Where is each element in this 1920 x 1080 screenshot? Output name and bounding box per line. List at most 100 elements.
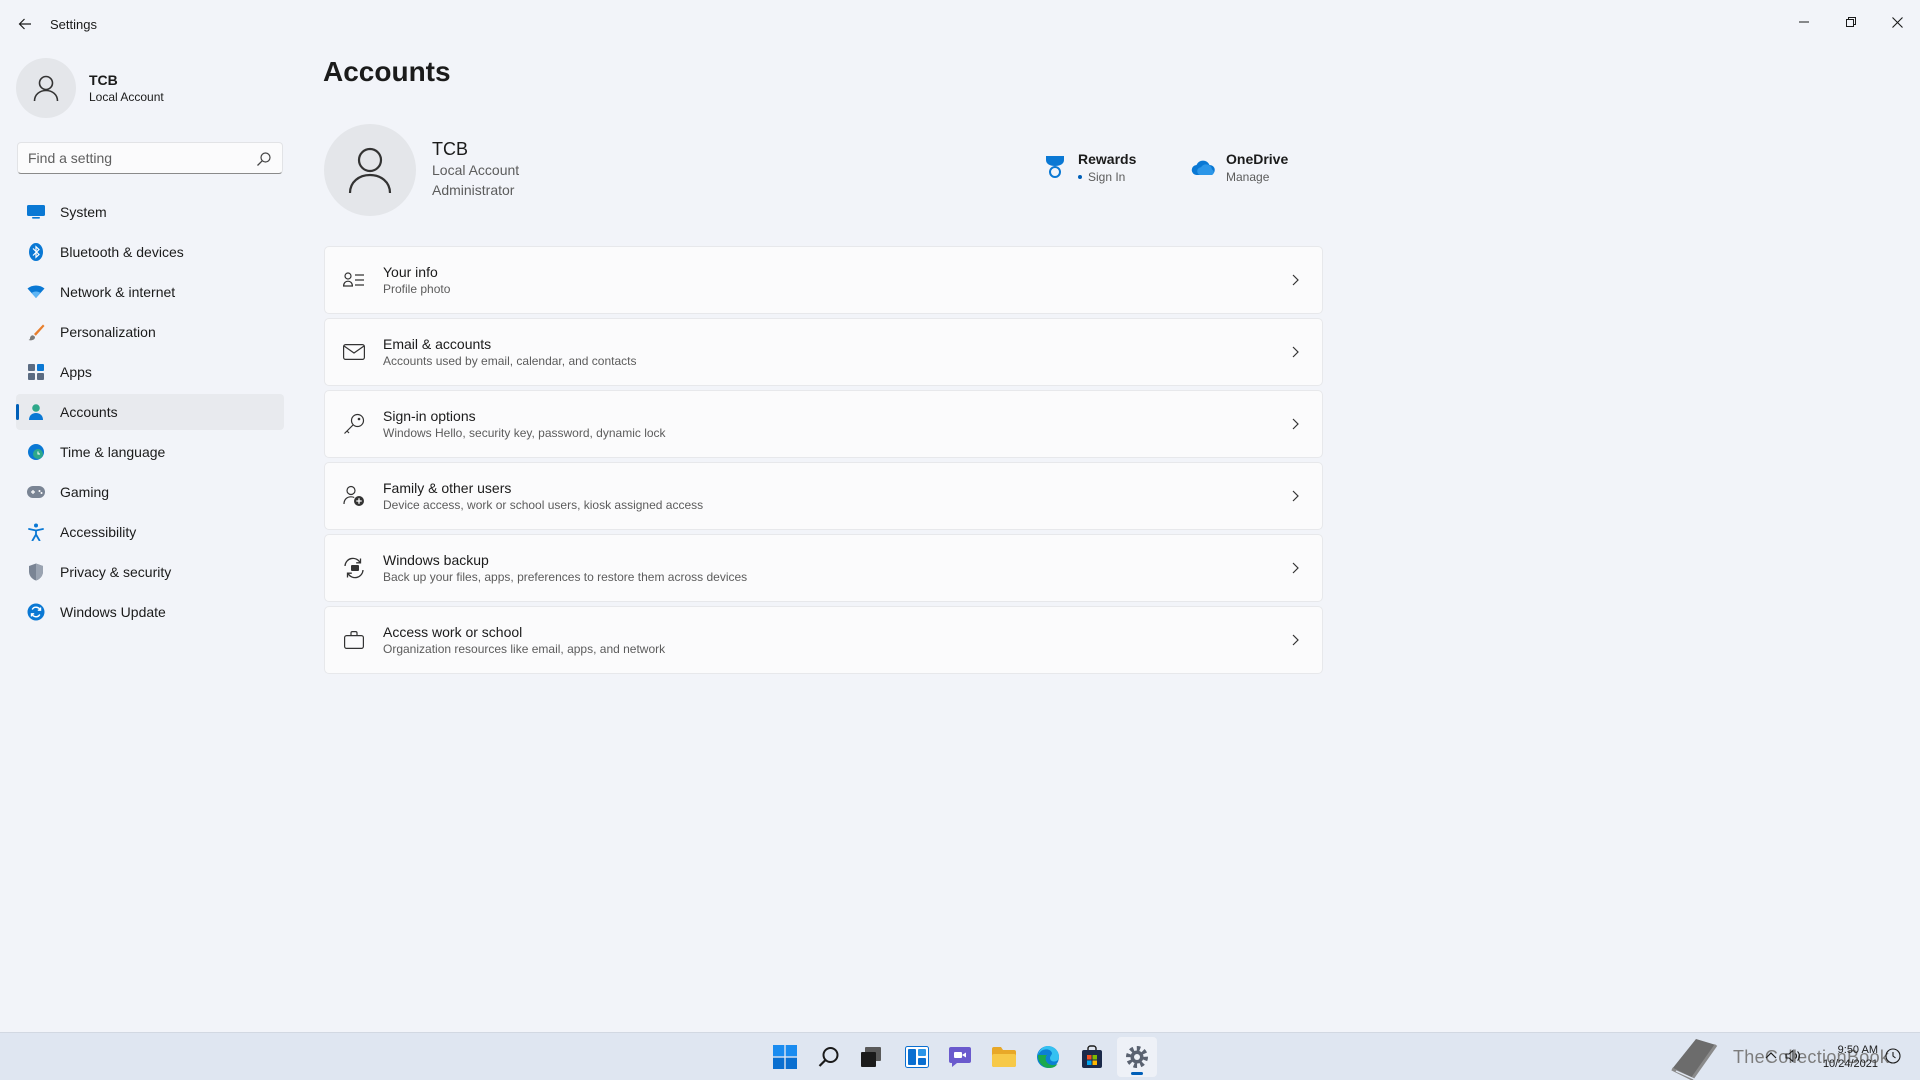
store-icon bbox=[1082, 1045, 1102, 1068]
brush-icon bbox=[26, 322, 46, 342]
task-view-icon bbox=[861, 1047, 881, 1067]
start-button[interactable] bbox=[765, 1037, 805, 1077]
chevron-right-icon bbox=[1292, 490, 1299, 502]
edge-button[interactable] bbox=[1028, 1037, 1068, 1077]
task-view-button[interactable] bbox=[851, 1037, 891, 1077]
sidebar-user-profile[interactable]: TCB Local Account bbox=[16, 56, 286, 120]
app-title: Settings bbox=[50, 17, 97, 32]
apps-icon bbox=[26, 362, 46, 382]
chat-icon bbox=[949, 1047, 971, 1067]
windows-backup-card[interactable]: Windows backup Back up your files, apps,… bbox=[324, 534, 1323, 602]
chevron-right-icon bbox=[1292, 346, 1299, 358]
shield-icon bbox=[26, 562, 46, 582]
search-icon[interactable] bbox=[256, 151, 272, 167]
key-icon bbox=[342, 412, 366, 436]
profile-role: Administrator bbox=[432, 182, 515, 198]
card-subtitle: Accounts used by email, calendar, and co… bbox=[383, 353, 637, 368]
search-box[interactable] bbox=[17, 142, 283, 174]
title-bar: Settings bbox=[0, 0, 1920, 48]
chevron-up-icon[interactable] bbox=[1762, 1047, 1780, 1065]
taskbar-clock[interactable]: 9:50 AM 10/24/2021 bbox=[1810, 1043, 1878, 1071]
sidebar-item-time-language[interactable]: Time & language bbox=[16, 434, 284, 470]
card-subtitle: Profile photo bbox=[383, 281, 451, 296]
sidebar-item-label: Privacy & security bbox=[60, 564, 172, 580]
sidebar-item-bluetooth[interactable]: Bluetooth & devices bbox=[16, 234, 284, 270]
sidebar-item-windows-update[interactable]: Windows Update bbox=[16, 594, 284, 630]
close-icon bbox=[1891, 16, 1903, 28]
back-button[interactable] bbox=[14, 13, 36, 35]
file-explorer-button[interactable] bbox=[984, 1037, 1024, 1077]
person-icon bbox=[26, 402, 46, 422]
rewards-link[interactable]: Rewards Sign In bbox=[1042, 150, 1136, 186]
settings-window: Settings TCB Local Account System bbox=[0, 0, 1920, 1032]
chevron-right-icon bbox=[1292, 634, 1299, 646]
settings-icon bbox=[1126, 1046, 1148, 1068]
minimize-button[interactable] bbox=[1781, 6, 1827, 38]
sidebar-item-label: Personalization bbox=[60, 324, 156, 340]
onedrive-manage: Manage bbox=[1226, 170, 1270, 184]
bluetooth-icon bbox=[26, 242, 46, 262]
sidebar-item-label: Accounts bbox=[60, 404, 118, 420]
widgets-icon bbox=[905, 1046, 929, 1068]
your-info-card[interactable]: Your info Profile photo bbox=[324, 246, 1323, 314]
sidebar-item-system[interactable]: System bbox=[16, 194, 284, 230]
close-button[interactable] bbox=[1874, 6, 1920, 38]
onedrive-link[interactable]: OneDrive Manage bbox=[1190, 150, 1288, 186]
sidebar-item-gaming[interactable]: Gaming bbox=[16, 474, 284, 510]
sidebar-item-label: Bluetooth & devices bbox=[60, 244, 184, 260]
account-settings-list: Your info Profile photo Email & accounts… bbox=[324, 246, 1323, 678]
notification-icon[interactable] bbox=[1884, 1047, 1902, 1065]
store-button[interactable] bbox=[1072, 1037, 1112, 1077]
taskbar-search-button[interactable] bbox=[809, 1037, 849, 1077]
sidebar-item-label: Network & internet bbox=[60, 284, 176, 300]
update-icon bbox=[26, 602, 46, 622]
trophy-icon bbox=[1042, 154, 1068, 180]
sidebar-item-accounts[interactable]: Accounts bbox=[16, 394, 284, 430]
sidebar-item-label: Accessibility bbox=[60, 524, 137, 540]
avatar[interactable] bbox=[324, 124, 416, 216]
family-icon bbox=[342, 484, 366, 508]
card-title: Windows backup bbox=[383, 551, 489, 568]
volume-icon[interactable] bbox=[1784, 1047, 1802, 1065]
sidebar-item-privacy-security[interactable]: Privacy & security bbox=[16, 554, 284, 590]
book-watermark-icon bbox=[1671, 1039, 1718, 1080]
taskbar: TheCollectionBook 9:50 AM 10/24/2021 bbox=[0, 1032, 1920, 1080]
family-other-users-card[interactable]: Family & other users Device access, work… bbox=[324, 462, 1323, 530]
sidebar-user-type: Local Account bbox=[89, 89, 164, 104]
sidebar-item-apps[interactable]: Apps bbox=[16, 354, 284, 390]
restore-button[interactable] bbox=[1828, 6, 1874, 38]
person-avatar-icon bbox=[348, 147, 392, 194]
restore-icon bbox=[1846, 17, 1856, 27]
chevron-right-icon bbox=[1292, 418, 1299, 430]
clock-time: 9:50 AM bbox=[1837, 1044, 1878, 1056]
monitor-icon bbox=[26, 202, 46, 222]
email-accounts-card[interactable]: Email & accounts Accounts used by email,… bbox=[324, 318, 1323, 386]
file-explorer-icon bbox=[992, 1047, 1016, 1067]
page-title: Accounts bbox=[323, 56, 451, 87]
sidebar-item-accessibility[interactable]: Accessibility bbox=[16, 514, 284, 550]
rewards-title: Rewards bbox=[1078, 151, 1137, 167]
card-title: Email & accounts bbox=[383, 335, 492, 352]
avatar bbox=[16, 58, 76, 118]
edge-icon bbox=[1037, 1046, 1059, 1068]
start-icon bbox=[773, 1045, 797, 1069]
sidebar-item-personalization[interactable]: Personalization bbox=[16, 314, 284, 350]
search-input[interactable] bbox=[18, 150, 248, 166]
status-dot bbox=[1078, 175, 1082, 179]
globe-clock-icon bbox=[26, 442, 46, 462]
rewards-sign-in: Sign In bbox=[1088, 170, 1126, 184]
card-subtitle: Windows Hello, security key, password, d… bbox=[383, 425, 666, 440]
contact-card-icon bbox=[342, 268, 366, 292]
person-avatar-icon bbox=[33, 75, 59, 102]
widgets-button[interactable] bbox=[897, 1037, 937, 1077]
chat-button[interactable] bbox=[940, 1037, 980, 1077]
access-work-school-card[interactable]: Access work or school Organization resou… bbox=[324, 606, 1323, 674]
sidebar-item-label: Windows Update bbox=[60, 604, 166, 620]
sidebar-user-name: TCB bbox=[89, 71, 118, 88]
settings-taskbar-button[interactable] bbox=[1117, 1037, 1157, 1077]
wifi-icon bbox=[26, 282, 46, 302]
sidebar-item-network[interactable]: Network & internet bbox=[16, 274, 284, 310]
back-arrow-icon bbox=[18, 18, 31, 30]
minimize-icon bbox=[1799, 21, 1809, 23]
sign-in-options-card[interactable]: Sign-in options Windows Hello, security … bbox=[324, 390, 1323, 458]
